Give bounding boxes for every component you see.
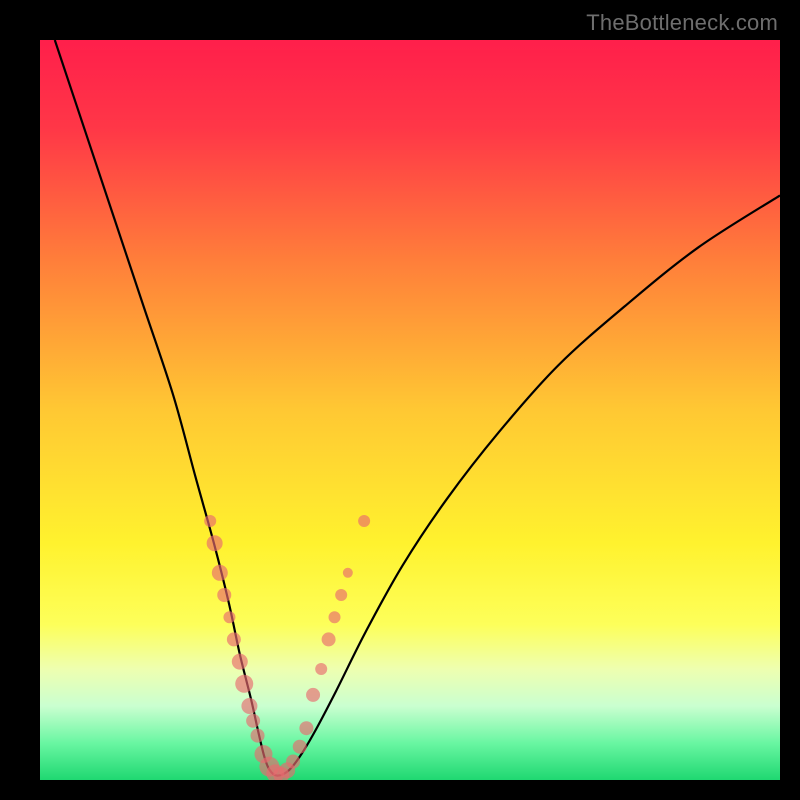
scatter-dot bbox=[322, 632, 336, 646]
scatter-dot bbox=[204, 515, 216, 527]
scatter-dot bbox=[343, 568, 353, 578]
scatter-dot bbox=[299, 721, 313, 735]
scatter-dot bbox=[293, 740, 307, 754]
scatter-dot bbox=[246, 714, 260, 728]
scatter-dot bbox=[306, 688, 320, 702]
curve-layer bbox=[40, 40, 780, 780]
scatter-dot bbox=[241, 698, 257, 714]
scatter-dot bbox=[286, 755, 300, 769]
scatter-dot bbox=[232, 654, 248, 670]
scatter-dot bbox=[235, 675, 253, 693]
chart-frame: TheBottleneck.com bbox=[0, 0, 800, 800]
scatter-dot bbox=[217, 588, 231, 602]
scatter-dot bbox=[335, 589, 347, 601]
scatter-dot bbox=[251, 729, 265, 743]
scatter-dot bbox=[329, 611, 341, 623]
scatter-dot bbox=[207, 535, 223, 551]
plot-area bbox=[40, 40, 780, 780]
scatter-dot bbox=[223, 611, 235, 623]
scatter-dot bbox=[315, 663, 327, 675]
bottleneck-curve bbox=[55, 40, 780, 776]
scatter-dot bbox=[227, 632, 241, 646]
scatter-points bbox=[204, 515, 370, 780]
watermark-text: TheBottleneck.com bbox=[586, 10, 778, 36]
scatter-dot bbox=[358, 515, 370, 527]
scatter-dot bbox=[212, 565, 228, 581]
